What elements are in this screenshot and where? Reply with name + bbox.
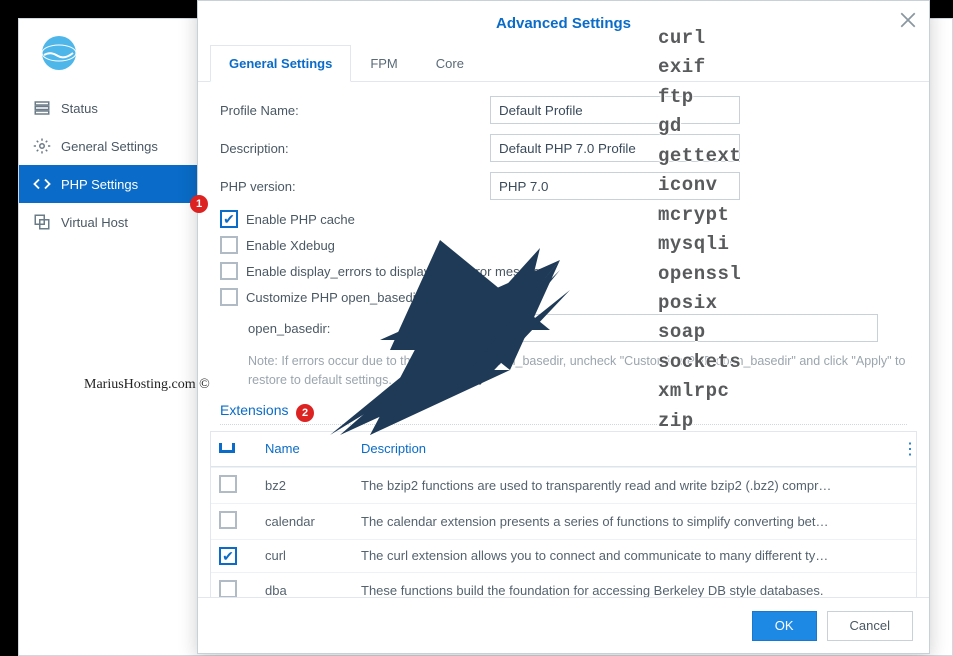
overlay-item: iconv (658, 171, 741, 200)
overlay-item: gettext (658, 142, 741, 171)
overlay-item: sockets (658, 348, 741, 377)
row-desc: The curl extension allows you to connect… (353, 541, 894, 570)
cancel-button[interactable]: Cancel (827, 611, 913, 641)
table-row[interactable]: calendarThe calendar extension presents … (211, 503, 916, 539)
enable-display-errors-checkbox[interactable] (220, 262, 238, 280)
tab-fpm[interactable]: FPM (351, 45, 416, 81)
copy-icon (33, 213, 51, 231)
tab-core[interactable]: Core (417, 45, 483, 81)
badge-1: 1 (190, 195, 208, 213)
row-checkbox[interactable] (219, 475, 237, 493)
header-checkbox-icon[interactable] (219, 443, 235, 453)
table-row[interactable]: curlThe curl extension allows you to con… (211, 539, 916, 572)
table-row[interactable]: bz2The bzip2 functions are used to trans… (211, 467, 916, 503)
overlay-item: curl (658, 24, 741, 53)
table-menu-icon[interactable]: ⋮ (894, 432, 916, 466)
sidebar-item-general-settings[interactable]: General Settings (19, 127, 214, 165)
code-icon (33, 175, 51, 193)
list-icon (33, 99, 51, 117)
sidebar-item-php-settings[interactable]: PHP Settings (19, 165, 214, 203)
enable-xdebug-checkbox[interactable] (220, 236, 238, 254)
row-name: bz2 (257, 471, 353, 500)
overlay-extensions-list: curlexifftpgdgettexticonvmcryptmysqliope… (658, 24, 741, 436)
overlay-item: mysqli (658, 230, 741, 259)
row-checkbox[interactable] (219, 547, 237, 565)
sidebar-label: PHP Settings (61, 177, 138, 192)
note-prefix: Note: (248, 354, 281, 368)
row-checkbox[interactable] (219, 511, 237, 529)
row-name: curl (257, 541, 353, 570)
sidebar-item-status[interactable]: Status (19, 89, 214, 127)
overlay-item: zip (658, 407, 741, 436)
sidebar-label: General Settings (61, 139, 158, 154)
watermark: MariusHosting.com © (84, 377, 210, 393)
app-globe-icon (39, 33, 79, 73)
row-name: calendar (257, 507, 353, 536)
overlay-item: exif (658, 53, 741, 82)
sidebar-item-virtual-host[interactable]: Virtual Host (19, 203, 214, 241)
enable-php-cache-checkbox[interactable] (220, 210, 238, 228)
sidebar-label: Status (61, 101, 98, 116)
sidebar: Status General Settings PHP Settings Vir… (19, 89, 214, 241)
extensions-table: Name Description ⋮ bz2The bzip2 function… (210, 431, 917, 609)
dialog-title: Advanced Settings (198, 1, 929, 45)
enable-php-cache-label: Enable PHP cache (246, 212, 355, 227)
php-version-label: PHP version: (220, 179, 490, 194)
dialog-footer: OK Cancel (198, 597, 929, 653)
customize-open-basedir-checkbox[interactable] (220, 288, 238, 306)
gear-icon (33, 137, 51, 155)
overlay-item: mcrypt (658, 201, 741, 230)
row-checkbox[interactable] (219, 580, 237, 598)
sidebar-label: Virtual Host (61, 215, 128, 230)
overlay-item: ftp (658, 83, 741, 112)
tab-general-settings[interactable]: General Settings (210, 45, 351, 82)
dialog-title-text: Advanced Settings (496, 15, 631, 32)
tabs: General Settings FPM Core (198, 45, 929, 82)
overlay-item: gd (658, 112, 741, 141)
extensions-heading-text: Extensions (220, 402, 288, 418)
row-desc: The bzip2 functions are used to transpar… (353, 471, 894, 500)
overlay-item: posix (658, 289, 741, 318)
badge-2: 2 (296, 404, 314, 422)
description-label: Description: (220, 141, 490, 156)
profile-name-label: Profile Name: (220, 103, 490, 118)
overlay-item: soap (658, 318, 741, 347)
overlay-item: openssl (658, 260, 741, 289)
close-icon[interactable] (899, 11, 917, 33)
row-desc: The calendar extension presents a series… (353, 507, 894, 536)
overlay-item: xmlrpc (658, 377, 741, 406)
ok-button[interactable]: OK (752, 611, 817, 641)
arrow-annotation-icon (310, 230, 570, 440)
